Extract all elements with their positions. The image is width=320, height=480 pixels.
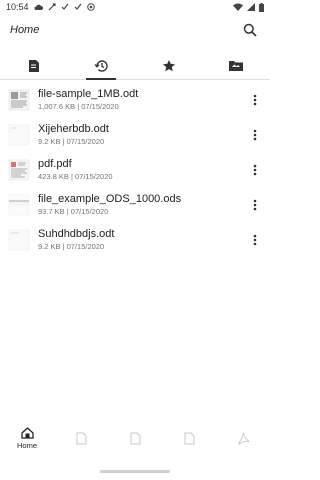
document-icon	[184, 432, 194, 444]
spreadsheet-thumbnail	[8, 194, 30, 216]
more-options-button[interactable]	[248, 125, 262, 145]
tab-recent[interactable]	[68, 52, 136, 80]
home-icon	[20, 426, 34, 439]
blank-document-thumbnail	[8, 229, 30, 251]
more-vert-icon	[253, 129, 257, 140]
history-icon	[94, 59, 108, 72]
tab-browse[interactable]	[0, 52, 68, 79]
more-vert-icon	[253, 164, 257, 175]
check-icon	[61, 3, 69, 11]
file-meta: 9.2 KB | 07/15/2020	[38, 242, 105, 251]
document-icon	[28, 59, 39, 72]
cloud-icon	[33, 4, 43, 11]
file-row[interactable]: Suhdhdbdjs.odt 9.2 KB | 07/15/2020	[0, 222, 270, 257]
bottom-navigation: Home	[0, 420, 270, 456]
file-name: pdf.pdf	[38, 158, 72, 170]
search-icon	[243, 23, 257, 37]
blank-document-thumbnail	[8, 124, 30, 146]
pdf-icon	[237, 432, 249, 444]
file-name: Xijeherbdb.odt	[38, 123, 109, 135]
status-time: 10:54	[6, 2, 29, 12]
folder-icon	[229, 60, 244, 71]
page-title: Home	[10, 24, 40, 36]
file-meta: 423.8 KB | 07/15/2020	[38, 172, 113, 181]
file-row[interactable]: pdf.pdf 423.8 KB | 07/15/2020	[0, 152, 270, 187]
nav-pdf[interactable]	[216, 420, 270, 456]
gesture-navigation-bar[interactable]	[100, 470, 170, 473]
circle-a-icon	[86, 3, 95, 11]
more-vert-icon	[253, 234, 257, 245]
app-bar: Home	[0, 14, 270, 46]
nav-spreadsheets[interactable]	[108, 420, 162, 456]
nav-documents[interactable]	[54, 420, 108, 456]
file-name: Suhdhdbdjs.odt	[38, 228, 115, 240]
pdf-thumbnail	[8, 159, 30, 181]
more-options-button[interactable]	[248, 230, 262, 250]
file-row[interactable]: Xijeherbdb.odt 9.2 KB | 07/15/2020	[0, 117, 270, 152]
nav-home-label: Home	[16, 440, 37, 450]
tab-favorites[interactable]	[135, 52, 203, 79]
tab-bar	[0, 52, 270, 80]
status-bar: 10:54	[0, 0, 270, 14]
nav-presentations[interactable]	[162, 420, 216, 456]
tab-folder[interactable]	[203, 52, 271, 79]
check-icon	[74, 3, 82, 11]
file-row[interactable]: file_example_ODS_1000.ods 93.7 KB | 07/1…	[0, 187, 270, 222]
nav-home[interactable]: Home	[0, 420, 54, 456]
battery-icon	[259, 2, 264, 12]
document-thumbnail	[8, 89, 30, 111]
file-meta: 9.2 KB | 07/15/2020	[38, 137, 105, 146]
more-options-button[interactable]	[248, 90, 262, 110]
file-row[interactable]: file-sample_1MB.odt 1,007.6 KB | 07/15/2…	[0, 82, 270, 117]
recent-files-list: file-sample_1MB.odt 1,007.6 KB | 07/15/2…	[0, 82, 270, 257]
search-button[interactable]	[240, 20, 260, 40]
star-icon	[162, 59, 175, 71]
document-icon	[76, 432, 86, 444]
file-meta: 1,007.6 KB | 07/15/2020	[38, 102, 119, 111]
file-name: file_example_ODS_1000.ods	[38, 193, 182, 205]
more-vert-icon	[253, 199, 257, 210]
vpn-key-icon	[48, 3, 56, 11]
more-vert-icon	[253, 94, 257, 105]
wifi-icon	[233, 3, 243, 11]
file-name: file-sample_1MB.odt	[38, 88, 139, 100]
document-icon	[130, 432, 140, 444]
file-meta: 93.7 KB | 07/15/2020	[38, 207, 109, 216]
more-options-button[interactable]	[248, 195, 262, 215]
signal-icon	[247, 3, 255, 11]
more-options-button[interactable]	[248, 160, 262, 180]
